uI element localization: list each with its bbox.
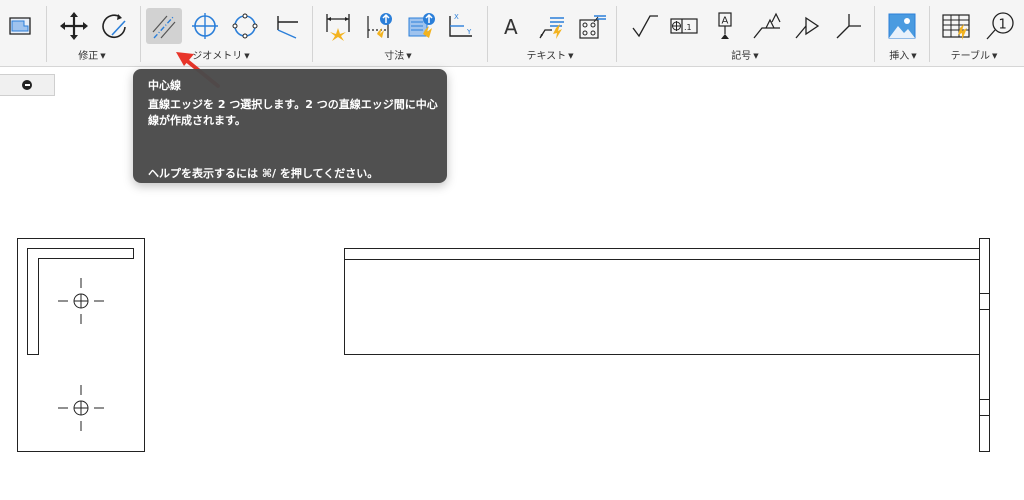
side-view[interactable] [17,238,145,452]
tooltip-help: ヘルプを表示するには ⌘/ を押してください。 [148,167,379,180]
end-plate-outline [979,238,990,452]
front-view-outline [344,248,980,355]
tooltip-title: 中心線 [148,79,181,92]
center-mark[interactable] [58,385,104,431]
end-plate-hole-lines [979,293,990,416]
centerline-tooltip: 中心線 直線エッジを 2 つ選択します。2 つの直線エッジ間に中心線が作成されま… [133,69,447,183]
side-view-outline [17,238,145,452]
front-view[interactable] [344,238,990,452]
center-mark[interactable] [58,278,104,324]
tooltip-description: 直線エッジを 2 つ選択します。2 つの直線エッジ間に中心線が作成されます。 [148,98,438,127]
